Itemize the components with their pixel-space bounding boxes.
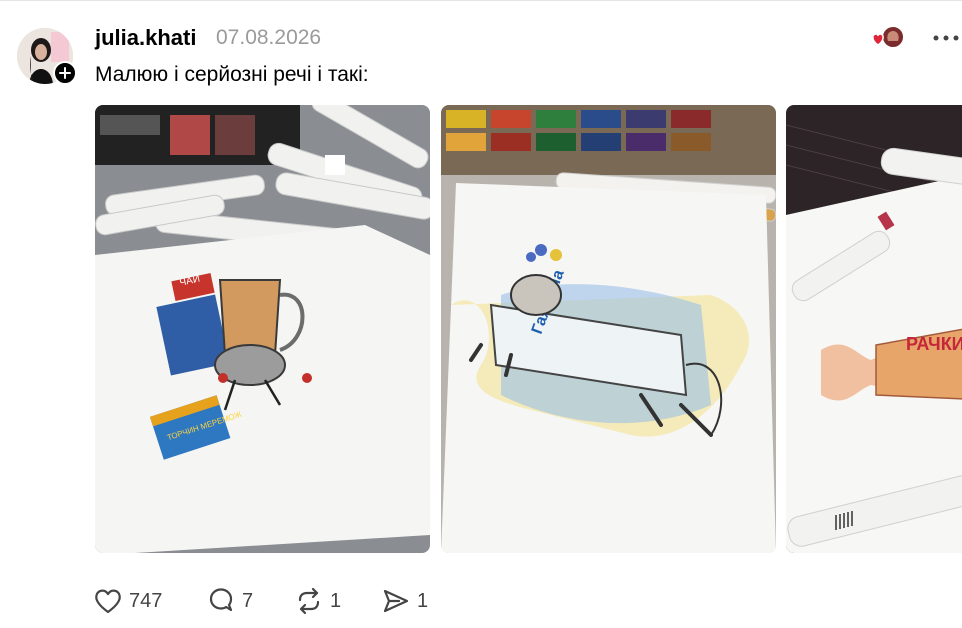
post-caption: Малюю і серйозні речі і такі:: [95, 63, 369, 86]
top-divider: [0, 0, 962, 1]
reply-button[interactable]: 7: [206, 585, 253, 617]
heart-icon: [95, 589, 121, 614]
post-date: 07.08.2026: [216, 26, 322, 49]
share-count: 1: [417, 589, 429, 612]
follow-plus-icon[interactable]: [53, 61, 77, 85]
avatar[interactable]: [17, 28, 77, 86]
repost-button[interactable]: 1: [294, 585, 341, 617]
photo-carousel[interactable]: ЧАЙ ТОРЧИН МЕРЕМОЖ РАЧКИ: [95, 105, 962, 553]
photo-cow-yogurt-drawing[interactable]: Гаяжина: [441, 105, 776, 553]
share-button[interactable]: 1: [381, 585, 428, 617]
comment-icon: [209, 588, 233, 612]
photo-candy-drawing[interactable]: РАЧКИ: [786, 105, 962, 553]
repost-count: 1: [330, 589, 342, 612]
heart-icon: [872, 33, 884, 46]
username[interactable]: julia.khati: [95, 25, 196, 51]
send-icon: [383, 589, 409, 613]
repost-icon: [298, 587, 320, 615]
like-count: 747: [129, 589, 163, 612]
more-options-icon[interactable]: [930, 27, 962, 49]
post-actions: 747 7 1 1: [93, 585, 513, 617]
photo-tea-drawing[interactable]: ЧАЙ ТОРЧИН МЕРЕМОЖ: [95, 105, 430, 553]
reaction-indicator[interactable]: [870, 25, 906, 51]
like-button[interactable]: 747: [93, 585, 162, 617]
candy-text: РАЧКИ: [906, 334, 962, 354]
reply-count: 7: [242, 589, 254, 612]
